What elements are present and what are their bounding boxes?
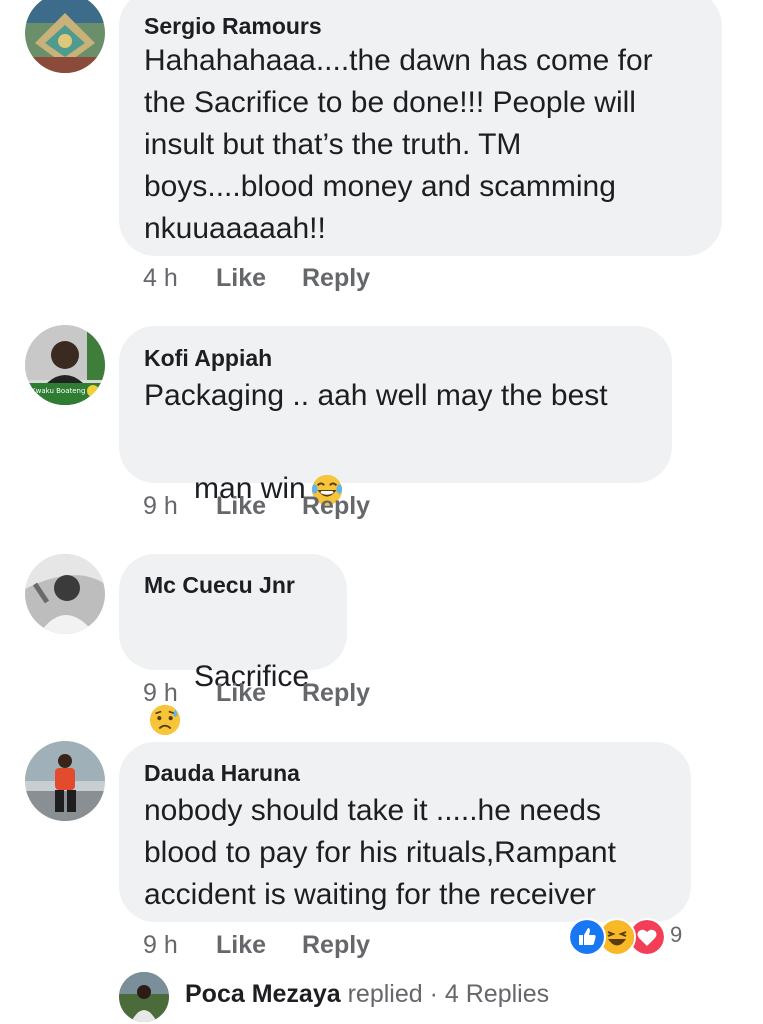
avatar-image [25,554,105,634]
comment-text: Hahahahaaa....the dawn has come for the … [144,44,653,245]
like-button[interactable]: Like [216,931,266,960]
comment-bubble[interactable]: Dauda Haruna nobody should take it .....… [119,742,691,922]
comment-time[interactable]: 4 h [143,264,178,293]
comment-time[interactable]: 9 h [143,931,178,960]
reply-button[interactable]: Reply [302,264,370,293]
reply-button[interactable]: Reply [302,931,370,960]
comment-author[interactable]: Dauda Haruna [144,760,300,787]
replied-label: replied [347,980,423,1008]
replies-count[interactable]: 4 Replies [445,980,549,1008]
like-button[interactable]: Like [216,679,266,708]
comment-author[interactable]: Sergio Ramours [144,13,322,40]
comment-author[interactable]: Kofi Appiah [144,345,272,372]
avatar-caption: Kwaku Boateng [31,387,85,395]
separator-dot: · [429,980,438,1008]
reactions-summary[interactable]: 9 [568,916,694,956]
avatar[interactable] [25,0,105,73]
avatar-image [119,972,169,1022]
comment-time[interactable]: 9 h [143,679,178,708]
like-button[interactable]: Like [216,264,266,293]
comment-text-line-2-wrap: man win [144,426,344,552]
comment-text: nobody should take it .....he needs bloo… [144,794,616,911]
comment-bubble[interactable]: Mc Cuecu Jnr Sacrifice [119,554,347,736]
comment-text-line-1: Packaging .. aah well may the best [144,379,608,412]
like-reaction-icon [568,918,606,956]
avatar[interactable] [25,741,105,821]
avatar[interactable] [25,554,105,634]
reaction-count: 9 [670,922,683,947]
avatar [119,972,169,1022]
replier-name[interactable]: Poca Mezaya [185,980,341,1008]
avatar-image [25,0,105,73]
reply-button[interactable]: Reply [302,492,370,521]
avatar-image: Kwaku Boateng [25,325,105,405]
comment-time[interactable]: 9 h [143,492,178,521]
like-button[interactable]: Like [216,492,266,521]
avatar-image [25,741,105,821]
replies-summary-text[interactable]: Poca Mezaya replied · 4 Replies [185,980,549,1009]
sad-sweat-emoji [149,704,181,736]
comment-bubble[interactable]: Kofi Appiah Packaging .. aah well may th… [119,326,672,506]
avatar[interactable]: Kwaku Boateng [25,325,105,405]
comment-bubble[interactable]: Sergio Ramours Hahahahaaa....the dawn ha… [119,0,722,256]
view-replies-row[interactable]: Poca Mezaya replied · 4 Replies [119,970,759,1024]
reply-button[interactable]: Reply [302,679,370,708]
comment-author[interactable]: Mc Cuecu Jnr [144,572,295,599]
